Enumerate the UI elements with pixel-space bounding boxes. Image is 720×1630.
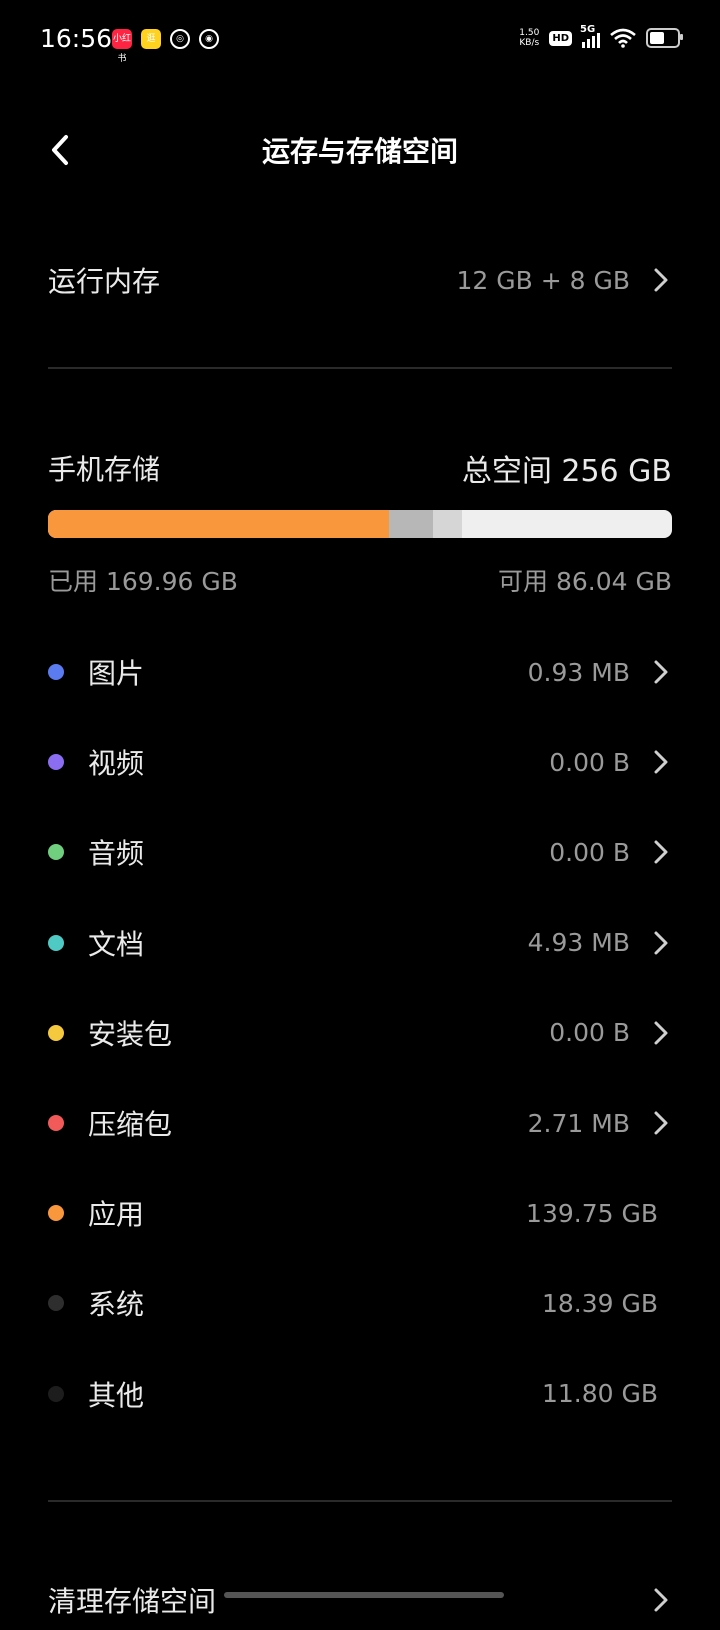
- used-space: 已用 169.96 GB: [48, 567, 238, 596]
- category-color-dot: [48, 1205, 64, 1222]
- category-size: 139.75 GB: [526, 1198, 658, 1228]
- network-speed-value: 1.50: [519, 28, 540, 38]
- notification-icons: 小红书逛 ◎ ◉: [112, 29, 219, 64]
- category-row[interactable]: 压缩包 2.71 MB: [48, 1093, 672, 1153]
- hd-icon: HD: [549, 30, 572, 46]
- category-size: 0.00 B: [549, 837, 630, 867]
- chevron-right-icon: [654, 1021, 668, 1045]
- category-label: 视频: [88, 747, 145, 781]
- category-label: 压缩包: [88, 1108, 173, 1141]
- top-app-bar: 运存与存储空间: [0, 110, 720, 190]
- battery-icon: [646, 28, 683, 48]
- category-color-dot: [48, 1295, 64, 1312]
- category-row: 应用 139.75 GB: [48, 1183, 672, 1243]
- category-row[interactable]: 安装包 0.00 B: [48, 1003, 672, 1063]
- network-speed: 1.50 KB/s: [519, 28, 539, 48]
- page-title: 运存与存储空间: [261, 135, 458, 168]
- phone-storage-label: 手机存储: [48, 453, 161, 486]
- category-row[interactable]: 图片 0.93 MB: [48, 642, 672, 702]
- category-label: 音频: [88, 837, 145, 871]
- category-row: 其他 11.80 GB: [48, 1364, 672, 1424]
- storage-usage-bar: [48, 510, 672, 538]
- ram-value: 12 GB + 8 GB: [456, 265, 631, 295]
- category-color-dot: [48, 934, 64, 951]
- wifi-icon: [610, 28, 636, 48]
- home-indicator[interactable]: [224, 1592, 504, 1598]
- chevron-right-icon: [654, 750, 668, 774]
- total-space: 总空间 256 GB: [461, 454, 672, 489]
- chevron-right-icon: [654, 660, 668, 684]
- category-row[interactable]: 文档 4.93 MB: [48, 913, 672, 973]
- category-color-dot: [48, 664, 64, 680]
- category-label: 图片: [88, 657, 145, 690]
- swirl-app-icon: ◎: [170, 29, 190, 49]
- category-color-dot: [48, 1115, 64, 1131]
- cleanup-storage-row[interactable]: 清理存储空间: [48, 1570, 672, 1630]
- category-size: 2.71 MB: [527, 1108, 630, 1138]
- chevron-right-icon: [654, 1588, 668, 1612]
- category-row[interactable]: 视频 0.00 B: [48, 732, 672, 792]
- category-label: 系统: [88, 1288, 145, 1322]
- category-size: 4.93 MB: [527, 928, 630, 958]
- free-space: 可用 86.04 GB: [498, 567, 672, 596]
- status-time: 16:56: [40, 24, 113, 53]
- category-color-dot: [48, 844, 64, 861]
- category-color-dot: [48, 1024, 64, 1041]
- system-status-icons: 1.50 KB/s HD 5G: [519, 24, 683, 48]
- category-color-dot: [48, 1385, 64, 1402]
- network-speed-unit: KB/s: [519, 38, 540, 48]
- category-size: 11.80 GB: [541, 1379, 658, 1409]
- divider: [48, 1500, 672, 1502]
- ram-row[interactable]: 运行内存 12 GB + 8 GB: [48, 250, 672, 310]
- status-bar: 16:56 小红书逛 ◎ ◉ 1.50 KB/s HD 5G: [0, 0, 720, 80]
- category-color-dot: [48, 754, 64, 771]
- chevron-right-icon: [654, 840, 668, 864]
- signal-5g-icon: 5G: [580, 24, 600, 48]
- category-row[interactable]: 音频 0.00 B: [48, 822, 672, 882]
- category-label: 应用: [88, 1198, 145, 1232]
- signal-5g-label: 5G: [580, 24, 596, 35]
- ram-label: 运行内存: [48, 265, 161, 298]
- storage-bar-segment-apps: [48, 510, 389, 538]
- category-label: 其他: [88, 1378, 145, 1412]
- divider: [48, 367, 672, 369]
- cat-app-icon: ◉: [199, 29, 219, 49]
- storage-bar-segment-other: [433, 510, 463, 538]
- storage-bar-segment-system: [388, 510, 434, 538]
- chevron-right-icon: [654, 1111, 668, 1135]
- category-size: 0.93 MB: [527, 657, 630, 687]
- category-row: 系统 18.39 GB: [48, 1273, 672, 1333]
- chevron-right-icon: [654, 931, 668, 955]
- category-label: 文档: [88, 927, 145, 961]
- category-label: 安装包: [88, 1017, 173, 1051]
- category-size: 0.00 B: [549, 747, 630, 777]
- category-size: 18.39 GB: [541, 1288, 658, 1318]
- shopping-app-icon: 逛: [141, 29, 161, 49]
- chevron-right-icon: [654, 268, 668, 292]
- xiaohongshu-icon: 小红书: [112, 29, 132, 64]
- cleanup-storage-label: 清理存储空间: [48, 1585, 217, 1618]
- category-size: 0.00 B: [549, 1018, 630, 1048]
